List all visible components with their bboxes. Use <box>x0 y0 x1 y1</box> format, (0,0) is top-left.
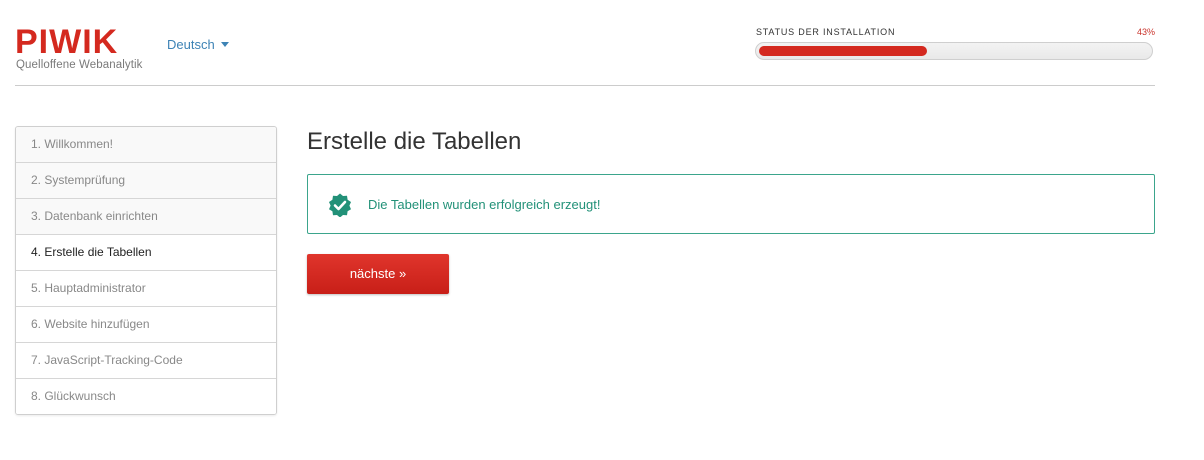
install-status-percent: 43% <box>1136 27 1155 37</box>
install-progress-fill <box>759 46 927 56</box>
step-create-tables: 4. Erstelle die Tabellen <box>16 234 276 270</box>
logo-text: PIWIK <box>15 24 118 58</box>
step-database-setup: 3. Datenbank einrichten <box>16 198 276 234</box>
check-badge-icon <box>328 193 352 218</box>
step-welcome: 1. Willkommen! <box>16 127 276 162</box>
header: PIWIK Quelloffene Webanalytik Deutsch ST… <box>0 0 1204 86</box>
install-status-label: STATUS DER INSTALLATION <box>756 27 896 37</box>
step-tracking-code: 7. JavaScript-Tracking-Code <box>16 342 276 378</box>
piwik-logo[interactable]: PIWIK <box>15 24 145 58</box>
page-title: Erstelle die Tabellen <box>307 128 522 155</box>
step-super-user: 5. Hauptadministrator <box>16 270 276 306</box>
installation-steps: 1. Willkommen! 2. Systemprüfung 3. Daten… <box>15 126 277 415</box>
caret-down-icon <box>220 42 229 47</box>
install-progress-bar <box>755 42 1153 60</box>
step-add-website: 6. Website hinzufügen <box>16 306 276 342</box>
next-button[interactable]: nächste » <box>307 254 449 294</box>
logo-tagline: Quelloffene Webanalytik <box>16 59 143 71</box>
piwik-logo-mark: PIWIK <box>15 24 118 58</box>
language-label: Deutsch <box>167 37 215 52</box>
step-system-check: 2. Systemprüfung <box>16 162 276 198</box>
step-congratulations: 8. Glückwunsch <box>16 378 276 414</box>
success-message: Die Tabellen wurden erfolgreich erzeugt! <box>368 197 601 212</box>
success-notification: Die Tabellen wurden erfolgreich erzeugt! <box>307 174 1155 234</box>
header-divider <box>15 85 1155 86</box>
language-selector[interactable]: Deutsch <box>167 37 229 52</box>
